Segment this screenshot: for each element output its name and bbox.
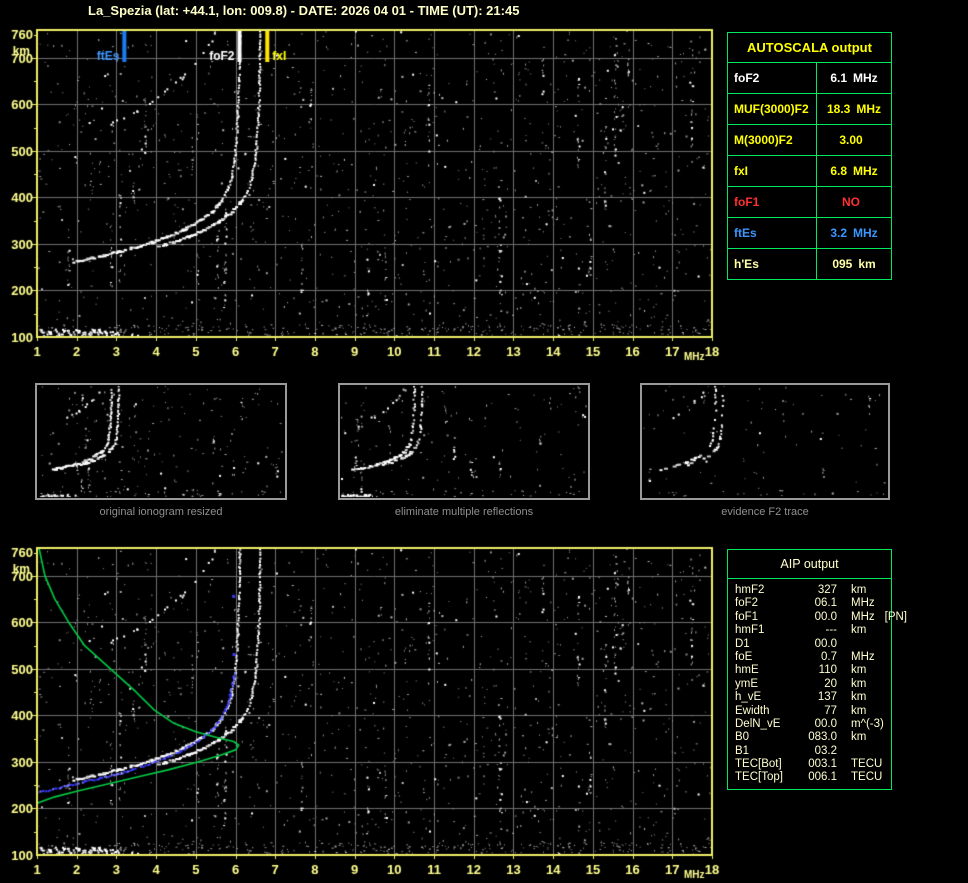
table-row: fxI 6.8 MHz — [727, 155, 892, 187]
list-item: ymE 20 km — [735, 677, 867, 690]
thumbnail-caption: evidence F2 trace — [721, 506, 809, 518]
param-label: MUF(3000)F2 — [727, 93, 817, 125]
param-value: 18.3 — [826, 102, 851, 116]
list-item: Ewidth 77 km — [735, 704, 867, 717]
param-label: foF1 — [727, 186, 817, 218]
param-label: fxI — [727, 155, 817, 187]
param-label: foF2 — [727, 62, 817, 94]
list-item: B0 083.0 km — [735, 731, 867, 744]
param-unit: km — [858, 257, 876, 271]
table-row: foF2 6.1 MHz — [727, 62, 892, 94]
autoscala-header: AUTOSCALA output — [727, 32, 892, 63]
param-value: 095 — [832, 257, 853, 271]
thumbnail-evidence-f2-trace — [640, 383, 890, 500]
profilogram-canvas — [0, 540, 730, 883]
param-label: M(3000)F2 — [727, 124, 817, 156]
aip-output-table: AIP output hmF2 327 km foF2 06.1 MHz foF1 00.… — [727, 549, 908, 790]
param-unit: MHz — [853, 226, 878, 240]
param-label: h'Es — [727, 248, 817, 280]
autoscala-header-row: AUTOSCALA output — [727, 32, 892, 63]
param-value: 3.2 — [830, 226, 847, 240]
list-item: B1 03.2 — [735, 744, 837, 757]
thumbnail-caption: eliminate multiple reflections — [394, 506, 534, 518]
param-value: NO — [842, 195, 860, 209]
list-item: TEC[Top] 006.1 TECU — [735, 771, 883, 784]
table-row: foF1 NO — [727, 186, 892, 218]
table-row: h'Es 095 km — [727, 248, 892, 280]
param-unit: MHz — [853, 71, 878, 85]
table-row: M(3000)F2 3.00 — [727, 124, 892, 156]
list-item: TEC[Bot] 003.1 TECU — [735, 758, 883, 771]
param-value: 3.00 — [839, 133, 863, 147]
param-unit: MHz — [853, 164, 878, 178]
list-item: foF2 06.1 MHz — [735, 597, 875, 610]
thumbnail-eliminate-reflections — [338, 383, 590, 500]
thumbnail-original-ionogram — [35, 383, 287, 500]
param-label: ftEs — [727, 217, 817, 249]
thumbnail-caption: original ionogram resized — [99, 506, 223, 518]
param-value: 6.8 — [830, 164, 847, 178]
list-item: foE 0.7 MHz — [735, 650, 875, 663]
list-item: h_vE 137 km — [735, 691, 867, 704]
list-item: DelN_vE 00.0 m^(-3) — [735, 717, 884, 730]
autoscala-window: La_Spezia (lat: +44.1, lon: 009.8) - DAT… — [0, 0, 968, 883]
table-row: MUF(3000)F2 18.3 MHz — [727, 93, 892, 125]
list-item: hmE 110 km — [735, 664, 867, 677]
table-row: ftEs 3.2 MHz — [727, 217, 892, 249]
param-value: 6.1 — [830, 71, 847, 85]
aip-header: AIP output — [728, 550, 891, 579]
list-item: foF1 00.0 MHz [PN] — [735, 610, 908, 623]
station-title: La_Spezia (lat: +44.1, lon: 009.8) - DAT… — [88, 3, 520, 18]
aip-rows: hmF2 327 km foF2 06.1 MHz foF1 00.0 MHz [PN] hm… — [728, 579, 908, 785]
main-ionogram-canvas — [0, 25, 730, 375]
param-unit: MHz — [856, 102, 882, 116]
list-item: D1 00.0 — [735, 637, 837, 650]
autoscala-output-table: AUTOSCALA output foF2 6.1 MHz MUF(3000)F2… — [727, 32, 892, 280]
list-item: hmF1 --- km — [735, 624, 867, 637]
list-item: hmF2 327 km — [735, 584, 867, 596]
